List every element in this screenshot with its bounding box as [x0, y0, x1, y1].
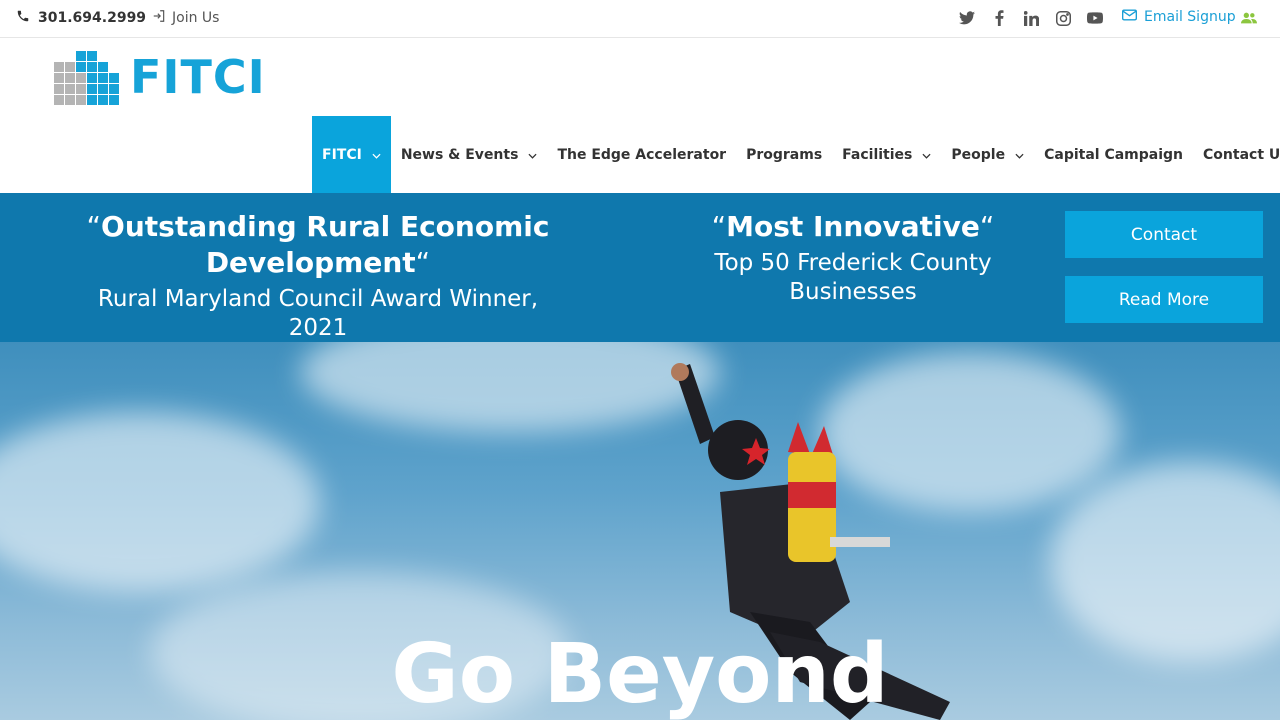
hero-section: Go Beyond [0, 342, 1280, 720]
phone-icon [16, 9, 30, 27]
cloud-shape [1050, 462, 1280, 662]
read-more-button[interactable]: Read More [1065, 276, 1263, 323]
contact-button[interactable]: Contact [1065, 211, 1263, 258]
nav-label: The Edge Accelerator [557, 146, 727, 163]
award-banner: “Outstanding Rural Economic Development“… [0, 193, 1280, 342]
email-signup-link[interactable]: Email Signup [1122, 9, 1236, 25]
nav-item-programs[interactable]: Programs [736, 116, 832, 193]
join-us-link[interactable]: Join Us [152, 9, 219, 27]
main-nav: FITCI News & Events The Edge Accelerator… [312, 116, 1280, 193]
fitci-logo[interactable]: FITCI [54, 48, 266, 106]
close-quote: “ [979, 210, 995, 243]
nav-item-facilities[interactable]: Facilities [832, 116, 941, 193]
sign-in-icon [152, 9, 166, 27]
chevron-down-icon [1015, 147, 1024, 163]
award-title-text: Most Innovative [726, 210, 980, 243]
nav-label: FITCI [322, 146, 362, 163]
email-signup-label: Email Signup [1144, 9, 1236, 25]
nav-label: Contact Us [1203, 146, 1280, 163]
nav-item-edge-accelerator[interactable]: The Edge Accelerator [547, 116, 736, 193]
cloud-shape [0, 412, 320, 592]
twitter-icon[interactable] [958, 9, 976, 27]
award-title: “Outstanding Rural Economic Development“ [70, 209, 566, 281]
nav-label: News & Events [400, 146, 519, 163]
nav-item-fitci[interactable]: FITCI [312, 116, 391, 193]
open-quote: “ [86, 210, 102, 243]
chevron-down-icon [528, 147, 537, 163]
award-title-text: Outstanding Rural Economic Development [101, 210, 550, 279]
award-subtitle: Rural Maryland Council Award Winner, 202… [97, 286, 539, 341]
nav-label: Capital Campaign [1044, 146, 1184, 163]
logo-text: FITCI [130, 50, 266, 104]
linkedin-icon[interactable] [1022, 9, 1040, 27]
instagram-icon[interactable] [1054, 9, 1072, 27]
nav-item-people[interactable]: People [941, 116, 1034, 193]
close-quote: “ [415, 246, 431, 279]
award-most-innovative: “Most Innovative“ Top 50 Frederick Count… [700, 209, 1006, 307]
nav-label: Programs [746, 146, 823, 163]
hero-title: Go Beyond [391, 627, 889, 720]
phone-link[interactable]: 301.694.2999 [16, 9, 146, 27]
top-bar: 301.694.2999 Join Us Email Signup [0, 0, 1280, 38]
nav-label: Facilities [842, 146, 913, 163]
facebook-icon[interactable] [990, 9, 1008, 27]
nav-label: People [951, 146, 1006, 163]
award-title: “Most Innovative“ [700, 209, 1006, 245]
award-rural-economic: “Outstanding Rural Economic Development“… [70, 209, 566, 343]
chevron-down-icon [372, 147, 381, 163]
join-us-label: Join Us [172, 10, 220, 26]
users-icon[interactable] [1241, 10, 1257, 29]
nav-item-contact-us[interactable]: Contact Us [1193, 116, 1280, 193]
nav-item-capital-campaign[interactable]: Capital Campaign [1034, 116, 1193, 193]
phone-number: 301.694.2999 [38, 10, 147, 26]
social-links [958, 9, 1104, 27]
envelope-icon [1122, 9, 1137, 25]
open-quote: “ [711, 210, 727, 243]
chevron-down-icon [922, 147, 931, 163]
award-subtitle: Top 50 Frederick County Businesses [714, 250, 992, 305]
youtube-icon[interactable] [1086, 9, 1104, 27]
logo-blocks-icon [54, 51, 119, 105]
nav-item-news-events[interactable]: News & Events [391, 116, 548, 193]
